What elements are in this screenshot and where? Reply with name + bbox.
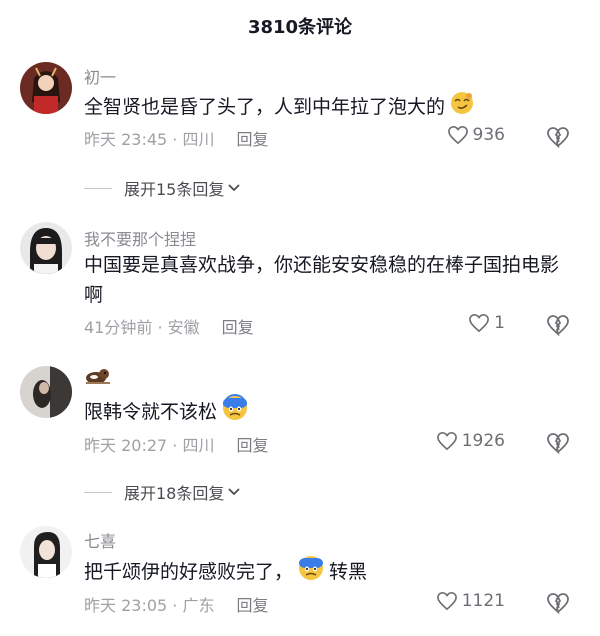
comment-text: 限韩令就不该松	[84, 394, 574, 431]
expand-replies-button[interactable]: 展开18条回复	[84, 480, 241, 504]
like-button[interactable]: 1926	[436, 431, 505, 451]
like-button[interactable]: 1121	[436, 591, 505, 611]
heart-outline-icon	[447, 125, 468, 145]
broken-heart-icon[interactable]	[546, 314, 570, 336]
reply-button[interactable]: 回复	[236, 436, 268, 455]
username[interactable]: 七喜	[84, 528, 116, 552]
like-button[interactable]: 936	[447, 125, 505, 145]
comment-text: 中国要是真喜欢战争，你还能安安稳稳的在棒子国拍电影啊	[84, 254, 560, 306]
time-location: 41分钟前 · 安徽	[84, 318, 200, 337]
cold-sweat-emoji-icon	[221, 394, 249, 431]
avatar[interactable]	[20, 366, 72, 418]
divider	[84, 491, 112, 493]
like-count: 936	[472, 125, 505, 145]
comment-text: 把千颂伊的好感败完了， 转黑	[84, 554, 574, 591]
comment-meta: 昨天 23:45 · 四川 回复	[84, 126, 268, 150]
divider	[84, 187, 112, 189]
username[interactable]: 我不要那个捏捏	[84, 226, 196, 250]
expand-replies-button[interactable]: 展开15条回复	[84, 176, 241, 200]
heart-outline-icon	[436, 431, 457, 451]
comment-meta: 41分钟前 · 安徽 回复	[84, 314, 254, 338]
time-location: 昨天 23:45 · 四川	[84, 130, 215, 149]
time-location: 昨天 23:05 · 广东	[84, 596, 215, 615]
like-count: 1	[494, 313, 505, 333]
comments-count-title: 3810条评论	[247, 17, 353, 38]
like-button[interactable]: 1	[468, 313, 505, 333]
smirk-emoji-icon	[449, 90, 475, 125]
otter-emoji-username-icon[interactable]	[84, 366, 112, 390]
like-count: 1926	[461, 431, 505, 451]
reply-button[interactable]: 回复	[236, 130, 268, 149]
heart-outline-icon	[469, 313, 490, 333]
comment-meta: 昨天 20:27 · 四川 回复	[84, 432, 268, 456]
reply-button[interactable]: 回复	[236, 596, 268, 615]
time-location: 昨天 20:27 · 四川	[84, 436, 215, 455]
heart-outline-icon	[436, 591, 457, 611]
avatar[interactable]	[20, 222, 72, 274]
chevron-down-icon	[228, 184, 241, 192]
chevron-down-icon	[228, 488, 241, 496]
like-count: 1121	[461, 591, 505, 611]
comment-meta: 昨天 23:05 · 广东 回复	[84, 592, 268, 616]
comment-text: 全智贤也是昏了头了，人到中年拉了泡大的	[84, 90, 574, 125]
username[interactable]: 初一	[84, 64, 116, 88]
broken-heart-icon[interactable]	[546, 432, 570, 454]
cold-sweat-emoji-icon	[297, 554, 325, 591]
reply-button[interactable]: 回复	[222, 318, 254, 337]
broken-heart-icon[interactable]	[546, 126, 570, 148]
broken-heart-icon[interactable]	[546, 592, 570, 614]
avatar[interactable]	[20, 526, 72, 578]
avatar[interactable]	[20, 62, 72, 114]
